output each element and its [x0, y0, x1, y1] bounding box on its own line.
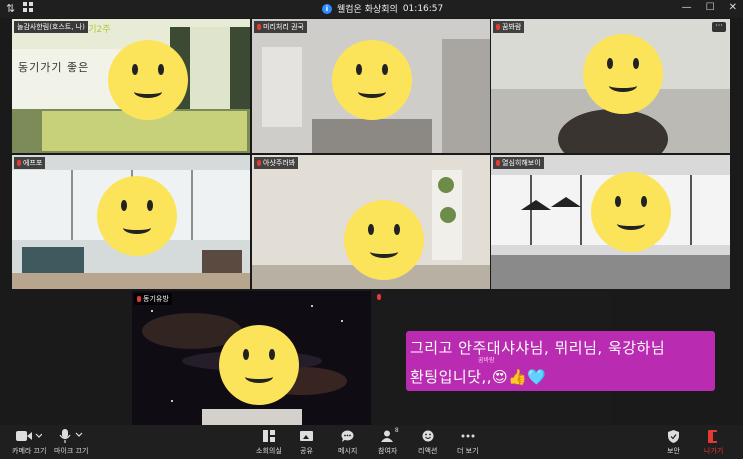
reactions-icon: [422, 430, 434, 442]
meeting-toolbar: 카메라 끄기 마이크 끄기 소회의실 공유 메시지 8 참여자 리액션 더 보기…: [0, 425, 743, 459]
breakout-rooms-button[interactable]: 소회의실: [256, 429, 282, 456]
face-emoji-overlay: [332, 40, 412, 120]
share-screen-icon: [300, 431, 313, 441]
video-tile-host: 동기2주 동기가기 좋은 놀감사한림(호스트, 나): [12, 19, 250, 153]
shield-icon: [667, 429, 679, 443]
video-tile-3: 꿈봐람 ···: [491, 19, 730, 153]
maximize-icon[interactable]: ☐: [706, 2, 715, 13]
caption-sender-label: 꿈바람: [478, 357, 495, 364]
video-tile-2: 미리처리 권국: [252, 19, 490, 153]
participant-name-tag: 열심히해보이: [493, 157, 544, 169]
tile-options-icon[interactable]: ···: [712, 22, 726, 32]
video-tile-6: 열심히해보이: [491, 155, 730, 289]
mic-off-button[interactable]: 마이크 끄기: [54, 429, 88, 456]
face-emoji-overlay: [591, 172, 671, 252]
face-emoji-overlay: [583, 34, 663, 114]
video-tile-4: 에프포: [12, 155, 250, 289]
caption-line-1: 그리고 안주대샤샤님, 뮈리님, 욱강하님: [410, 339, 666, 357]
security-button[interactable]: 보안: [667, 429, 680, 456]
caption-line-2: 환팅입니닷,,😍👍🩵: [410, 368, 547, 386]
gallery-grid-icon[interactable]: [23, 2, 34, 15]
meeting-title: 웰컴온 화상회의: [337, 5, 398, 15]
mic-muted-icon: [496, 160, 500, 166]
mic-muted-icon: [137, 296, 141, 302]
slide-heading: 동기가기 좋은: [18, 61, 90, 74]
title-bar: ⇅ i 웰컴온 화상회의 01:16:57 — ☐ ✕: [0, 0, 743, 18]
participant-count-badge: 8: [394, 427, 399, 434]
participant-name-tag: 꿈봐람: [493, 21, 525, 33]
camera-off-button[interactable]: 카메라 끄기: [12, 429, 46, 456]
minimize-icon[interactable]: —: [682, 2, 692, 13]
microphone-icon: [59, 429, 83, 443]
share-screen-button[interactable]: 공유: [300, 429, 313, 456]
mic-muted-icon: [17, 160, 21, 166]
participants-icon: [380, 430, 393, 442]
mic-muted-icon: [377, 294, 381, 300]
more-button[interactable]: 더 보기: [457, 429, 479, 456]
close-icon[interactable]: ✕: [729, 2, 737, 13]
leave-icon: [708, 429, 718, 443]
camera-icon: [16, 431, 43, 441]
meeting-info-icon[interactable]: i: [322, 3, 332, 14]
participant-name-tag: 에프포: [14, 157, 46, 169]
chat-icon: [341, 430, 354, 442]
participant-name-tag: 동기유방: [134, 293, 172, 305]
participant-name-tag: 미리처리 권국: [254, 21, 307, 33]
video-tile-7: 동기유방: [132, 291, 371, 425]
face-emoji-overlay: [219, 325, 299, 405]
participants-button[interactable]: 8 참여자: [378, 427, 399, 456]
chat-button[interactable]: 메시지: [338, 429, 357, 456]
breakout-rooms-icon: [262, 430, 275, 442]
video-tile-5: 아샷주러봐: [252, 155, 490, 289]
meeting-timer: 01:16:57: [402, 3, 444, 14]
face-emoji-overlay: [344, 200, 424, 280]
mic-muted-icon: [257, 24, 261, 30]
face-emoji-overlay: [108, 40, 188, 120]
participant-name-tag: 놀감사한림(호스트, 나): [14, 21, 88, 33]
sort-icon[interactable]: ⇅: [6, 2, 15, 15]
participant-name-tag: [374, 293, 386, 301]
face-emoji-overlay: [97, 176, 177, 256]
caption-overlay: 그리고 안주대샤샤님, 뮈리님, 욱강하님 꿈바람 환팅입니닷,,😍👍🩵: [406, 331, 715, 391]
participant-name-tag: 아샷주러봐: [254, 157, 299, 169]
mic-muted-icon: [496, 24, 500, 30]
reactions-button[interactable]: 리액션: [418, 429, 437, 456]
more-icon: [461, 434, 475, 438]
leave-button[interactable]: 나가기: [704, 429, 723, 456]
mic-muted-icon: [257, 160, 261, 166]
